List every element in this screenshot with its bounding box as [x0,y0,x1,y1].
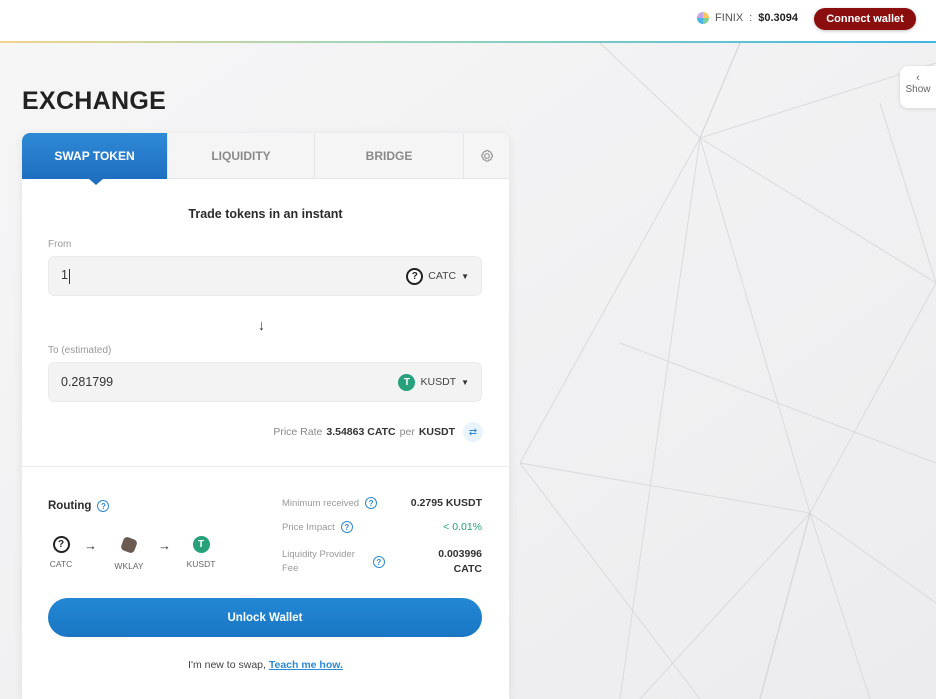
lp-fee-value: 0.003996 [438,548,482,560]
gear-icon [480,149,493,162]
price-rate-value: 3.54863 CATC [326,426,396,438]
to-token-select[interactable]: T KUSDT ▼ [398,373,469,391]
page-title: EXCHANGE [22,87,167,115]
from-token-select[interactable]: ? CATC ▼ [406,267,469,285]
show-label: Show [905,84,931,95]
arrow-right-icon: → [84,538,97,553]
price-rate-per: per [399,426,415,438]
to-amount-field[interactable]: 0.281799 T KUSDT ▼ [48,362,482,402]
tab-label: BRIDGE [365,149,413,163]
unlock-wallet-button[interactable]: Unlock Wallet [48,598,482,637]
to-token-symbol: KUSDT [420,376,457,388]
token-price: $0.3094 [758,12,798,24]
to-amount-input[interactable]: 0.281799 [61,375,398,389]
route-token-name: WKLAY [114,561,144,571]
price-rate-label: Price Rate [273,426,323,438]
help-footer-text: I'm new to swap, [188,659,266,671]
active-tab-indicator [88,178,104,185]
tab-bridge[interactable]: BRIDGE [315,133,464,179]
tether-icon: T [192,536,210,553]
help-footer: I'm new to swap, Teach me how. [22,659,509,671]
price-impact-label: Price Impact [282,521,335,533]
routing-heading: Routing ? [48,500,110,512]
arrow-down-icon[interactable]: ↓ [258,317,265,333]
price-rate-quote: KUSDT [418,426,455,438]
tab-swap-token[interactable]: SWAP TOKEN [22,133,168,179]
arrow-right-icon: → [158,538,171,553]
minimum-received-row: Minimum received ? 0.2795 KUSDT [282,497,482,509]
minimum-received-label: Minimum received [282,497,360,509]
route-token-name: CATC [49,559,73,569]
swap-direction-icon[interactable]: ⇄ [463,422,483,442]
from-token-symbol: CATC [428,270,457,282]
show-panel-tab[interactable]: ‹ Show [900,66,936,108]
lp-fee-label: Liquidity Provider [282,549,355,560]
lp-fee-unit: CATC [453,563,482,575]
chevron-down-icon: ▼ [461,377,469,387]
unknown-token-icon: ? [52,536,70,553]
tab-bar: SWAP TOKEN LIQUIDITY BRIDGE [22,133,509,179]
tab-liquidity[interactable]: LIQUIDITY [168,133,315,179]
from-amount-field[interactable]: 1 ? CATC ▼ [48,256,482,296]
section-divider [22,466,509,467]
finix-icon [697,12,710,24]
to-label: To (estimated) [48,345,112,356]
swap-title: Trade tokens in an instant [188,207,343,221]
klay-icon [120,536,138,554]
chevron-left-icon: ‹ [916,72,920,84]
exchange-card: SWAP TOKEN LIQUIDITY BRIDGE Trade tokens… [22,133,509,699]
minimum-received-value: 0.2795 KUSDT [410,497,482,509]
connect-wallet-button[interactable]: Connect wallet [814,8,916,30]
price-impact-value: < 0.01% [443,521,482,533]
routing-label: Routing [48,500,92,512]
token-name: FINIX [715,12,744,24]
from-amount-input[interactable]: 1 [61,268,68,282]
tab-label: LIQUIDITY [211,149,271,163]
from-label: From [48,239,72,250]
price-impact-row: Price Impact ? < 0.01% [282,521,482,533]
tether-icon: T [398,373,416,391]
tab-label: SWAP TOKEN [54,149,135,163]
help-icon[interactable]: ? [372,556,385,568]
price-rate: Price Rate 3.54863 CATC per KUSDT ⇄ [273,422,483,442]
route-node-wklay: WKLAY [109,536,149,571]
chevron-down-icon: ▼ [461,271,469,281]
help-icon[interactable]: ? [365,497,378,509]
token-price-display: FINIX : $0.3094 [697,11,798,25]
route-token-name: KUSDT [186,559,216,569]
route-node-catc: ? CATC [41,536,81,569]
route-node-kusdt: T KUSDT [181,536,221,569]
teach-me-link[interactable]: Teach me how. [269,659,343,671]
text-cursor [68,268,70,284]
header-divider [0,41,936,43]
help-icon[interactable]: ? [97,500,110,512]
lp-fee-row: Liquidity Provider Fee ? 0.003996 CATC [282,547,482,577]
help-icon[interactable]: ? [340,521,353,533]
settings-button[interactable] [464,133,509,179]
lp-fee-label-line2: Fee [282,563,299,574]
top-bar: FINIX : $0.3094 Connect wallet [0,0,936,42]
unknown-token-icon: ? [406,267,424,285]
